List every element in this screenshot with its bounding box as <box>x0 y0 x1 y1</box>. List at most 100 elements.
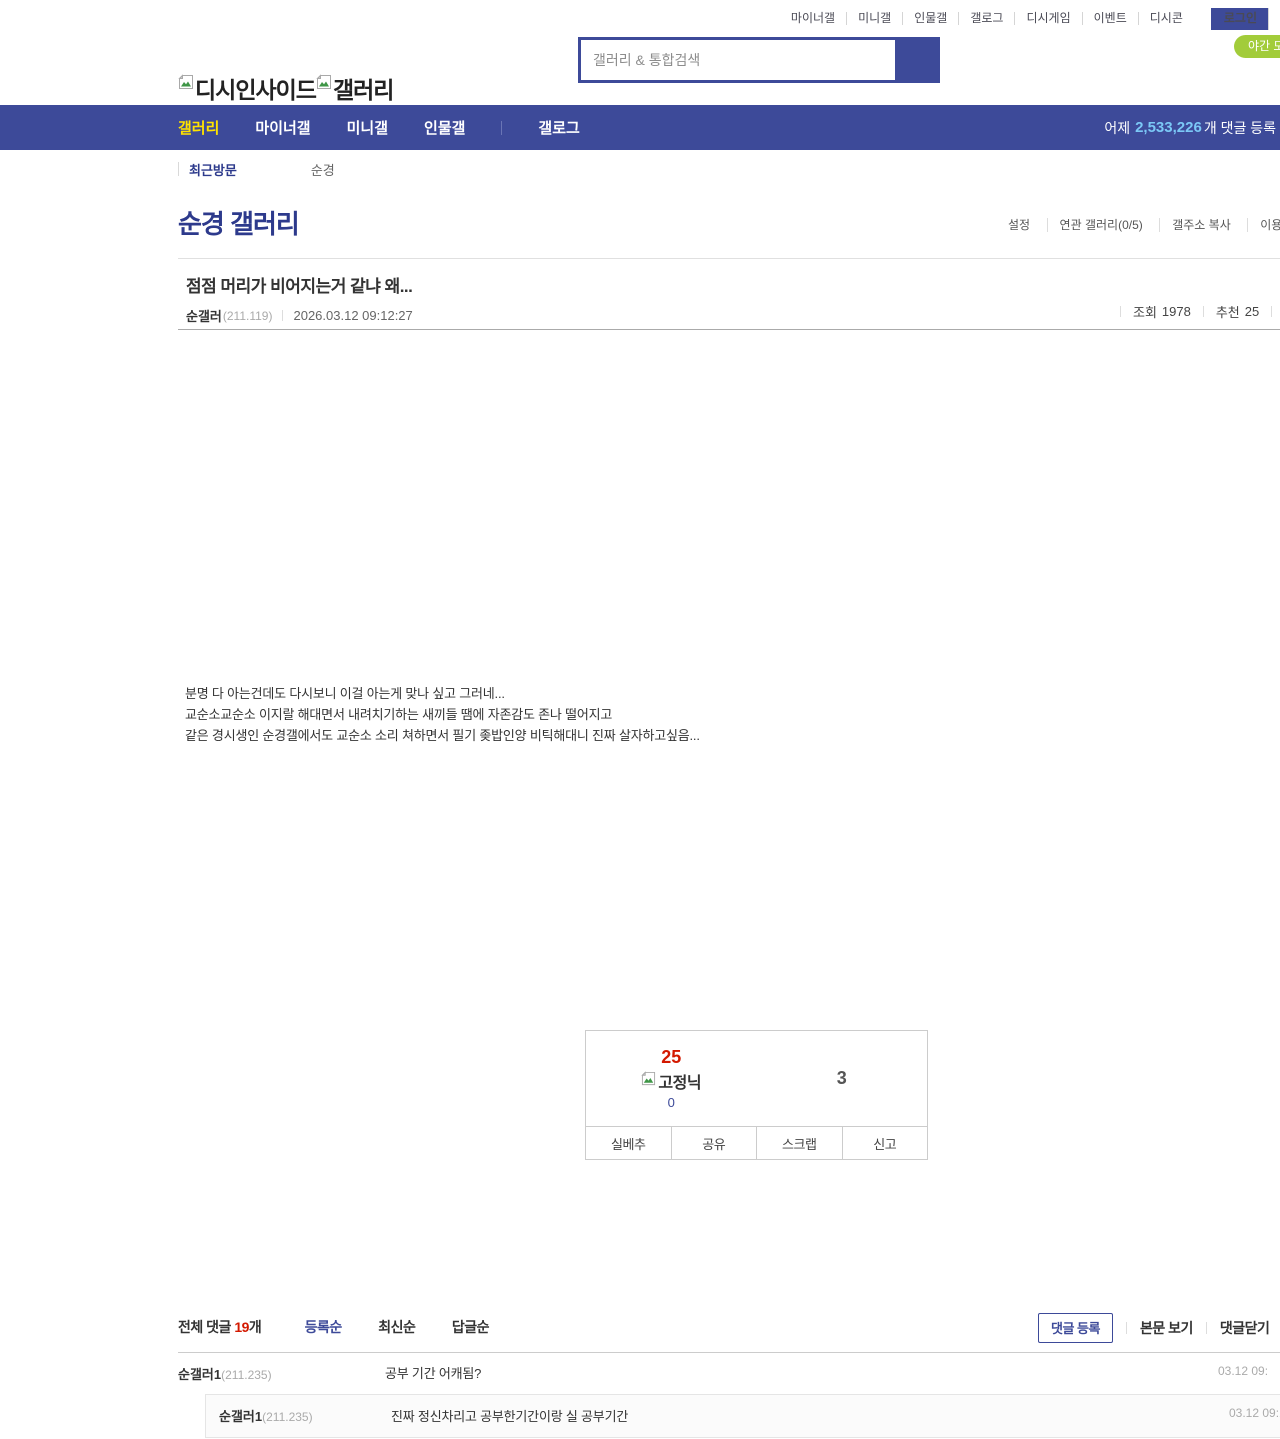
view-post-link[interactable]: 본문 보기 <box>1140 1318 1193 1338</box>
post-content: 분명 다 아는건데도 다시보니 이걸 아는게 맞나 싶고 그러네... 교순소교… <box>178 330 1280 1317</box>
topbar-link-event[interactable]: 이벤트 <box>1094 12 1139 25</box>
recent-visit-label[interactable]: 최근방문 <box>189 160 237 179</box>
topbar-link-dccon[interactable]: 디시콘 <box>1150 12 1194 25</box>
recommend-count: 25 <box>1244 304 1260 319</box>
page: 마이너갤 미니갤 인물갤 갤로그 디시게임 이벤트 디시콘 로그인 야간 모드 … <box>0 0 1280 1439</box>
broken-image-icon <box>641 1071 656 1091</box>
post-body-line: 같은 경시생인 순경갤에서도 교순소 소리 쳐하면서 필기 좆밥인양 비틱해대니… <box>185 728 700 743</box>
stat-suffix: 개 댓글 등록 <box>1203 119 1276 136</box>
yesterday-comment-stat: 어제 2,533,226 개 댓글 등록 <box>1104 105 1276 150</box>
content-empty-area <box>178 1160 1280 1317</box>
register-comment-button[interactable]: 댓글 등록 <box>1038 1313 1113 1343</box>
topbar-link-minor-gallery[interactable]: 마이너갤 <box>791 12 848 25</box>
search-input[interactable] <box>581 40 895 80</box>
sort-by-newest[interactable]: 최신순 <box>378 1319 416 1335</box>
sort-by-reply[interactable]: 답글순 <box>452 1319 490 1335</box>
broken-image-icon <box>178 74 194 95</box>
topbar-link-person-gallery[interactable]: 인물갤 <box>914 12 960 25</box>
nav-item-person-gallery[interactable]: 인물갤 <box>424 117 465 138</box>
close-comments-link[interactable]: 댓글닫기 <box>1220 1318 1270 1338</box>
usage-guide-link[interactable]: 이용안내 <box>1247 218 1280 232</box>
nav-item-gallog[interactable]: 갤로그 <box>538 117 579 138</box>
post-meta-right: 조회 1978 추천 25 댓글 <box>1108 299 1280 324</box>
nav-item-mini-gallery[interactable]: 미니갤 <box>347 117 388 138</box>
content-empty-area <box>178 746 1280 1030</box>
downvote-count: 3 <box>836 1068 847 1088</box>
comment-date: 03.12 09: <box>1218 1364 1269 1378</box>
comments-total-count: 19 <box>234 1319 249 1335</box>
scrap-button[interactable]: 스크랩 <box>756 1127 842 1159</box>
meta-divider <box>282 310 284 321</box>
gallery-title[interactable]: 순경 갤러리 <box>178 204 300 241</box>
meta-divider <box>1120 306 1121 317</box>
logo-text-dcinside: 디시인사이드 <box>195 77 317 103</box>
header-divider <box>1125 1322 1127 1334</box>
gallery-header-links: 설정 연관 갤러리(0/5) 갤주소 복사 이용안내 <box>1008 216 1280 234</box>
post-author-ip: (211.119) <box>222 308 273 323</box>
upvote-area[interactable]: 25 고정닉 0 <box>586 1031 757 1126</box>
recent-visit-gallery[interactable]: 순경 <box>311 160 335 179</box>
content-empty-area <box>178 330 1280 683</box>
site-header: 디시인사이드 갤러리 <box>0 28 1280 105</box>
top-utility-bar: 마이너갤 미니갤 인물갤 갤로그 디시게임 이벤트 디시콘 로그인 <box>0 0 1280 30</box>
comments-total-label: 전체 댓글 <box>178 1319 231 1335</box>
report-button[interactable]: 신고 <box>841 1127 927 1159</box>
comment-author[interactable]: 순갤러1 <box>219 1409 262 1424</box>
header-divider <box>1205 1322 1207 1334</box>
downvote-area[interactable]: 3 <box>757 1031 928 1126</box>
search-button[interactable] <box>895 40 937 80</box>
comment-reply-row: 순갤러1(211.235) 진짜 정신차리고 공부한기간이랑 실 공부기간 03… <box>205 1394 1280 1438</box>
comments-header-actions: 댓글 등록 본문 보기 댓글닫기 <box>1038 1313 1280 1343</box>
comments-header: 전체 댓글 19개 등록순 최신순 답글순 댓글 등록 본문 보기 댓글닫기 <box>178 1313 1280 1352</box>
search-box <box>578 37 940 83</box>
topbar-link-mini-gallery[interactable]: 미니갤 <box>858 12 904 25</box>
views-label: 조회 <box>1133 305 1157 320</box>
post-header: 점점 머리가 비어지는거 같냐 왜... 순갤러 (211.119) 2026.… <box>178 258 1280 330</box>
fixed-nick-label: 고정닉 <box>658 1075 702 1092</box>
vote-counts: 25 고정닉 0 3 <box>586 1031 927 1126</box>
copy-gallery-url-link[interactable]: 갤주소 복사 <box>1159 218 1243 232</box>
broken-image-icon <box>316 74 332 95</box>
vote-action-bar: 실베추 공유 스크랩 신고 <box>586 1126 927 1159</box>
stat-count: 2,533,226 <box>1135 119 1202 136</box>
fixed-nick-count: 0 <box>667 1095 675 1110</box>
gallery-settings-link[interactable]: 설정 <box>1008 218 1042 232</box>
post-author[interactable]: 순갤러 <box>186 306 222 325</box>
topbar-link-dcgame[interactable]: 디시게임 <box>1026 12 1083 25</box>
login-button[interactable]: 로그인 <box>1210 7 1269 30</box>
views-count: 1978 <box>1161 304 1191 319</box>
recommend-label: 추천 <box>1215 305 1240 320</box>
post-title: 점점 머리가 비어지는거 같냐 왜... <box>186 277 413 296</box>
main-nav-bar: 갤러리 마이너갤 미니갤 인물갤 갤로그 어제 2,533,226 개 댓글 등… <box>0 105 1280 150</box>
comment-author[interactable]: 순갤러1 <box>178 1367 221 1382</box>
comment-author-ip: (211.235) <box>262 1410 313 1424</box>
comment-row: 순갤러1(211.235) 공부 기간 어캐됨? 03.12 09: <box>178 1353 1280 1394</box>
comment-author-ip: (211.235) <box>221 1368 272 1382</box>
nav-item-minor-gallery[interactable]: 마이너갤 <box>255 117 310 138</box>
meta-divider <box>1271 306 1273 317</box>
related-galleries-link[interactable]: 연관 갤러리(0/5) <box>1046 218 1155 232</box>
upvote-count: 25 <box>661 1047 682 1067</box>
comment-sort-options: 등록순 최신순 답글순 <box>305 1317 521 1337</box>
gallery-header: 순경 갤러리 설정 연관 갤러리(0/5) 갤주소 복사 이용안내 <box>0 188 1280 258</box>
site-logo[interactable]: 디시인사이드 갤러리 <box>178 71 394 105</box>
nav-item-gallery[interactable]: 갤러리 <box>178 117 219 138</box>
recent-visit-bar: 최근방문 순경 <box>0 150 1280 188</box>
post-body-line: 교순소교순소 이지랄 해대면서 내려치기하는 새끼들 땜에 자존감도 존나 떨어… <box>185 707 613 722</box>
meta-divider <box>1202 306 1204 317</box>
topbar-link-gallog[interactable]: 갤로그 <box>970 12 1016 25</box>
stat-prefix: 어제 <box>1104 119 1131 136</box>
post-body-line: 분명 다 아는건데도 다시보니 이걸 아는게 맞나 싶고 그러네... <box>185 686 505 701</box>
comments-total-suffix: 개 <box>248 1319 262 1335</box>
post-body: 분명 다 아는건데도 다시보니 이걸 아는게 맞나 싶고 그러네... 교순소교… <box>178 683 1280 746</box>
comment-list: 순갤러1(211.235) 공부 기간 어캐됨? 03.12 09: 순갤러1(… <box>178 1352 1280 1439</box>
comment-text: 공부 기간 어캐됨? <box>385 1366 482 1381</box>
visit-bar-divider <box>178 162 179 176</box>
comment-date: 03.12 09:1 <box>1229 1406 1280 1420</box>
share-button[interactable]: 공유 <box>670 1127 756 1159</box>
nav-divider <box>501 120 503 135</box>
main-nav-items: 갤러리 마이너갤 미니갤 인물갤 갤로그 <box>178 105 616 150</box>
comments-total: 전체 댓글 19개 <box>178 1319 265 1335</box>
sort-by-registered[interactable]: 등록순 <box>305 1319 343 1335</box>
silbechu-button[interactable]: 실베추 <box>586 1127 671 1159</box>
